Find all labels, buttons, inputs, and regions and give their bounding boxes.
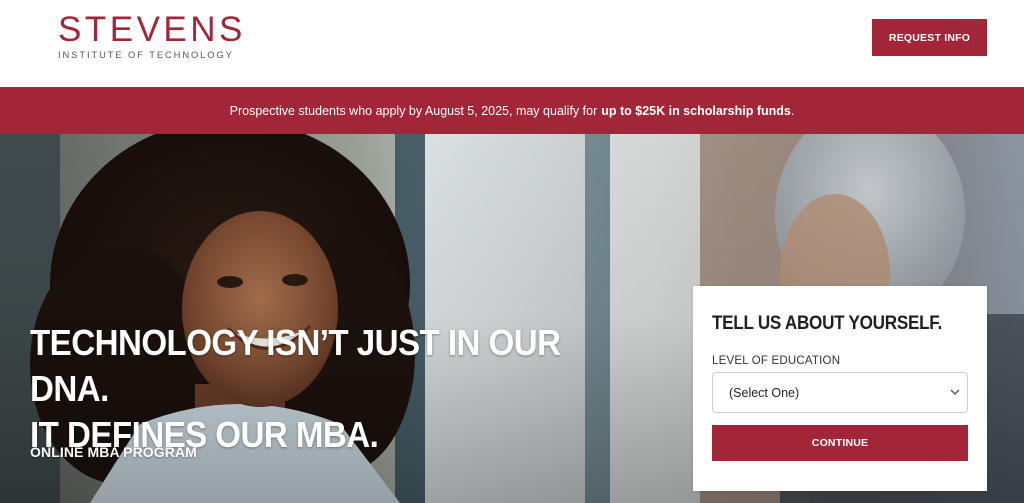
logo-wordmark: STEVENS xyxy=(58,10,246,49)
education-select-value: (Select One) xyxy=(729,385,800,400)
program-label: ONLINE MBA PROGRAM xyxy=(30,444,197,460)
banner-end: . xyxy=(790,103,795,118)
education-label: LEVEL OF EDUCATION xyxy=(712,355,841,367)
form-title: TELL US ABOUT YOURSELF. xyxy=(712,313,943,334)
education-select[interactable]: (Select One) xyxy=(712,372,968,413)
banner-text: Prospective students who apply by August… xyxy=(229,103,598,118)
continue-button[interactable]: CONTINUE xyxy=(712,425,968,461)
scholarship-banner: Prospective students who apply by August… xyxy=(0,87,1024,134)
stevens-logo[interactable]: STEVENS INSTITUTE OF TECHNOLOGY xyxy=(58,10,246,64)
logo-subtitle: INSTITUTE OF TECHNOLOGY xyxy=(58,49,234,60)
site-header: STEVENS INSTITUTE OF TECHNOLOGY REQUEST … xyxy=(0,0,1024,87)
headline-line-1: TECHNOLOGY ISN’T JUST IN OUR DNA. xyxy=(30,322,561,409)
chevron-down-icon xyxy=(950,389,960,395)
request-info-button[interactable]: REQUEST INFO xyxy=(872,19,987,56)
hero-headline: TECHNOLOGY ISN’T JUST IN OUR DNA. IT DEF… xyxy=(30,320,600,458)
banner-highlight: up to $25K in scholarship funds xyxy=(601,103,791,118)
lead-form-card: TELL US ABOUT YOURSELF. LEVEL OF EDUCATI… xyxy=(693,286,987,491)
